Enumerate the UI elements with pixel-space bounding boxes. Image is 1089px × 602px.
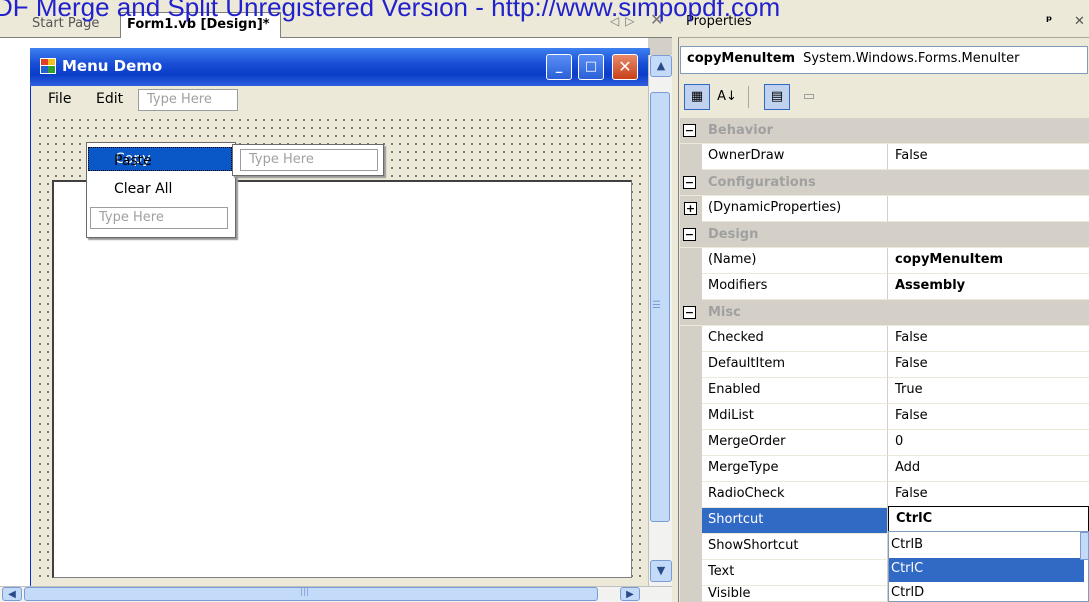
- prop-value-ownerdraw[interactable]: False: [888, 144, 1089, 170]
- shortcut-option-ctrlc[interactable]: CtrlC: [889, 558, 1084, 582]
- grip-icon: |||: [300, 587, 310, 597]
- shortcut-option-ctrld[interactable]: CtrlD: [889, 582, 1084, 602]
- menu-file[interactable]: File: [48, 91, 71, 107]
- form-app-icon: [40, 58, 56, 74]
- category-misc-label: Misc: [708, 305, 741, 320]
- row-gutter: [680, 144, 702, 170]
- object-name: copyMenuItem: [687, 51, 796, 66]
- row-gutter: [680, 326, 702, 352]
- dropdown-scroll-thumb[interactable]: [1080, 532, 1089, 560]
- category-design-label: Design: [708, 227, 759, 242]
- collapse-icon[interactable]: −: [683, 306, 696, 319]
- horizontal-scroll-thumb[interactable]: [24, 587, 598, 601]
- form-title: Menu Demo: [62, 57, 163, 75]
- category-misc[interactable]: [680, 300, 1089, 326]
- scroll-left-icon[interactable]: ◀: [2, 587, 22, 601]
- prop-name-modifiers[interactable]: Modifiers: [702, 274, 888, 300]
- watermark-text: DF Merge and Split Unregistered Version …: [0, 0, 781, 22]
- close-pane-icon[interactable]: ✕: [1074, 14, 1085, 29]
- prop-value-name[interactable]: copyMenuItem: [888, 248, 1089, 274]
- category-behavior-label: Behavior: [708, 123, 774, 138]
- object-selector[interactable]: copyMenuItem System.Windows.Forms.MenuIte…: [680, 46, 1088, 74]
- prop-name-shortcut[interactable]: Shortcut: [702, 508, 888, 534]
- row-gutter: [680, 352, 702, 378]
- collapse-icon[interactable]: −: [683, 176, 696, 189]
- categorized-icon[interactable]: ▦: [684, 84, 710, 110]
- prop-value-checked[interactable]: False: [888, 326, 1089, 352]
- row-gutter: [680, 534, 702, 560]
- prop-value-shortcut[interactable]: CtrlC: [888, 506, 1089, 532]
- prop-value-enabled[interactable]: True: [888, 378, 1089, 404]
- scroll-up-icon[interactable]: ▲: [650, 55, 672, 77]
- grip-icon: ☰: [652, 300, 661, 311]
- row-gutter: [680, 248, 702, 274]
- prop-name-mergetype[interactable]: MergeType: [702, 456, 888, 482]
- row-gutter: [680, 430, 702, 456]
- menu-item-paste[interactable]: Paste: [88, 150, 232, 174]
- prop-name-dynamicproperties[interactable]: (DynamicProperties): [702, 196, 888, 222]
- prop-name-mdilist[interactable]: MdiList: [702, 404, 888, 430]
- menu-item-clear-all[interactable]: Clear All: [88, 178, 232, 202]
- scroll-down-icon[interactable]: ▼: [650, 560, 672, 582]
- prop-value-defaultitem[interactable]: False: [888, 352, 1089, 378]
- minimize-button[interactable]: _: [546, 54, 572, 80]
- shortcut-option-ctrlb[interactable]: CtrlB: [889, 534, 1084, 558]
- prop-value-mdilist[interactable]: False: [888, 404, 1089, 430]
- prop-value-mergeorder[interactable]: 0: [888, 430, 1089, 456]
- prop-name-text[interactable]: Text: [702, 560, 888, 586]
- prop-name-visible[interactable]: Visible: [702, 586, 888, 602]
- row-gutter: [680, 482, 702, 508]
- collapse-icon[interactable]: −: [683, 124, 696, 137]
- toolbar-separator: [748, 86, 749, 108]
- row-gutter: [680, 274, 702, 300]
- row-gutter: [680, 586, 702, 602]
- prop-name-enabled[interactable]: Enabled: [702, 378, 888, 404]
- pin-icon[interactable]: ᵖ: [1046, 14, 1052, 29]
- prop-name-defaultitem[interactable]: DefaultItem: [702, 352, 888, 378]
- form-menubar: [36, 88, 644, 114]
- prop-name-showshortcut[interactable]: ShowShortcut: [702, 534, 888, 560]
- scroll-right-icon[interactable]: ▶: [620, 587, 640, 601]
- collapse-icon[interactable]: −: [683, 228, 696, 241]
- alphabetical-icon[interactable]: A↓: [714, 84, 740, 110]
- row-gutter: [680, 404, 702, 430]
- menu-edit[interactable]: Edit: [96, 91, 123, 107]
- expand-icon[interactable]: +: [684, 202, 697, 215]
- prop-name-mergeorder[interactable]: MergeOrder: [702, 430, 888, 456]
- row-gutter: [680, 560, 702, 586]
- submenu-type-here[interactable]: Type Here: [240, 149, 378, 171]
- prop-value-modifiers[interactable]: Assembly: [888, 274, 1089, 300]
- close-button[interactable]: ✕: [612, 54, 638, 80]
- row-gutter: [680, 378, 702, 404]
- dropdown-type-here[interactable]: Type Here: [90, 207, 228, 229]
- events-icon[interactable]: ▭: [796, 84, 822, 110]
- prop-name-ownerdraw[interactable]: OwnerDraw: [702, 144, 888, 170]
- category-configurations-label: Configurations: [708, 175, 816, 190]
- maximize-button[interactable]: □: [578, 54, 604, 80]
- row-gutter: [680, 508, 702, 534]
- prop-name-radiocheck[interactable]: RadioCheck: [702, 482, 888, 508]
- prop-value-radiocheck[interactable]: False: [888, 482, 1089, 508]
- prop-value-dynamicproperties[interactable]: [888, 196, 1089, 222]
- menubar-type-here[interactable]: Type Here: [138, 89, 238, 111]
- properties-icon[interactable]: ▤: [764, 84, 790, 110]
- prop-value-mergetype[interactable]: Add: [888, 456, 1089, 482]
- prop-name-name[interactable]: (Name): [702, 248, 888, 274]
- prop-name-checked[interactable]: Checked: [702, 326, 888, 352]
- object-type: System.Windows.Forms.MenuIter: [803, 51, 1020, 66]
- row-gutter: [680, 456, 702, 482]
- form-panel[interactable]: [52, 180, 632, 578]
